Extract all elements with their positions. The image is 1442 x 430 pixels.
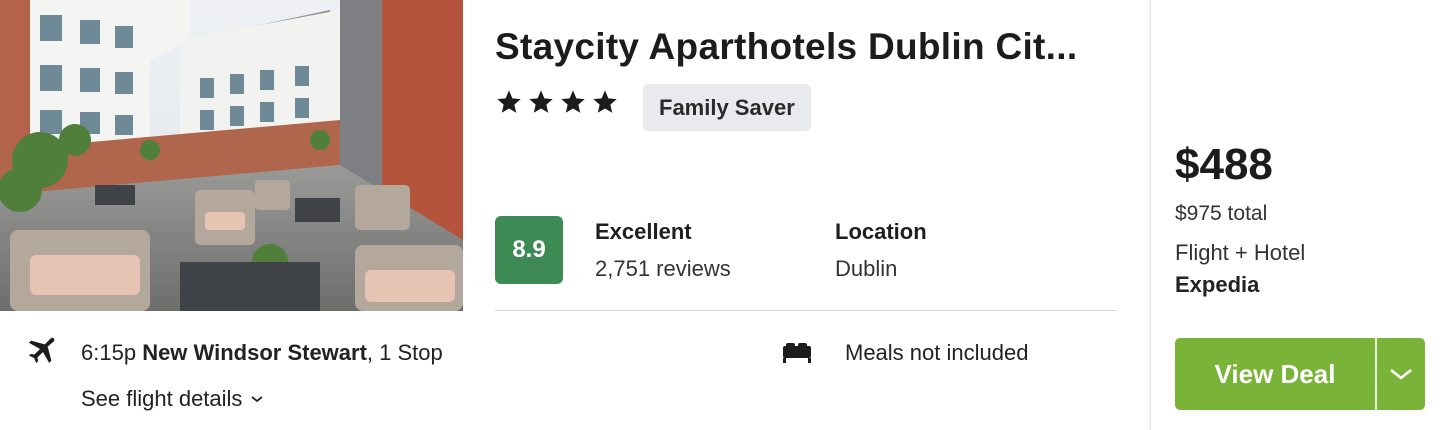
- flight-summary: 6:15p New Windsor Stewart, 1 Stop: [81, 340, 443, 366]
- star-icon: [561, 90, 585, 113]
- meals-info: Meals not included: [845, 340, 1029, 365]
- flight-time: 6:15p: [81, 340, 137, 365]
- airplane-icon: [28, 337, 55, 364]
- price-column-divider: [1149, 0, 1151, 430]
- rating-score-badge: 8.9: [495, 216, 563, 284]
- chevron-down-icon: [1390, 368, 1412, 380]
- family-saver-badge: Family Saver: [643, 84, 811, 131]
- star-icon: [529, 90, 553, 113]
- package-type: Flight + Hotel: [1175, 240, 1306, 265]
- chevron-down-icon: [251, 396, 263, 403]
- more-deals-dropdown[interactable]: [1377, 338, 1425, 410]
- review-count[interactable]: 2,751 reviews: [595, 256, 731, 282]
- hotel-photo[interactable]: [0, 0, 463, 311]
- location-label: Location: [835, 219, 927, 244]
- rating-label: Excellent: [595, 219, 692, 244]
- star-icon: [497, 90, 521, 113]
- star-icon: [593, 90, 617, 113]
- flight-stops: , 1 Stop: [366, 340, 443, 365]
- bed-icon: [783, 343, 811, 363]
- flight-airport: New Windsor Stewart: [142, 340, 367, 365]
- star-rating: [495, 88, 619, 116]
- total-price: $975 total: [1175, 202, 1268, 225]
- section-divider: [495, 310, 1117, 311]
- provider-name: Expedia: [1175, 272, 1260, 297]
- hotel-name[interactable]: Staycity Aparthotels Dublin Cit...: [495, 26, 1115, 68]
- price-per-person: $488: [1175, 140, 1273, 189]
- location-value: Dublin: [835, 256, 898, 281]
- view-deal-button[interactable]: View Deal: [1175, 338, 1375, 410]
- view-deal-button-group: View Deal: [1175, 338, 1425, 410]
- flight-details-label: See flight details: [81, 386, 243, 411]
- see-flight-details-link[interactable]: See flight details: [81, 386, 264, 412]
